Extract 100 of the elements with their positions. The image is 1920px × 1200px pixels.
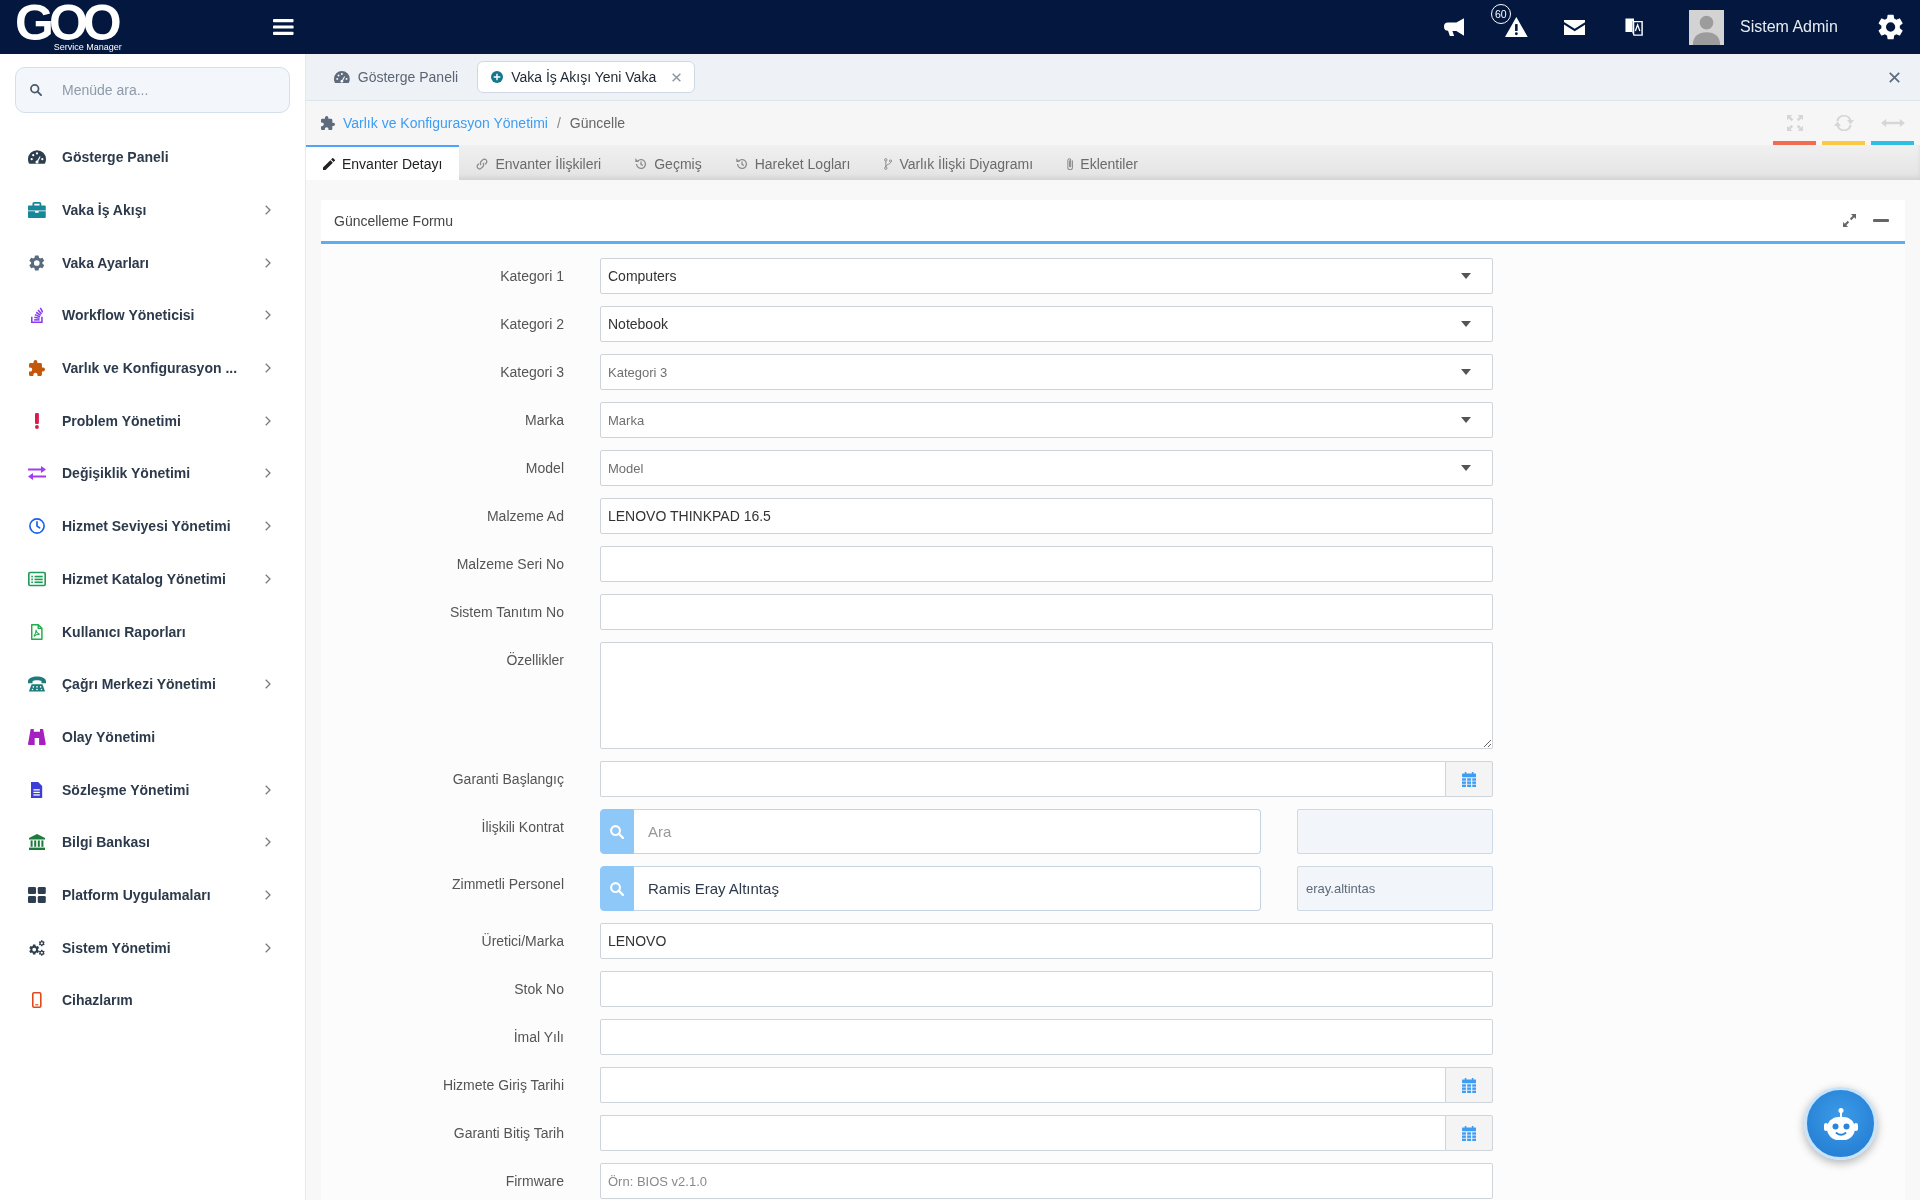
chevron-icon <box>265 784 271 795</box>
date-field[interactable] <box>600 1067 1445 1103</box>
sidebar-item[interactable]: Workflow Yöneticisi <box>15 289 290 342</box>
sidebar-item[interactable]: Kullanıcı Raporları <box>15 605 290 658</box>
sidebar-item[interactable]: Hizmet Seviyesi Yönetimi <box>15 499 290 553</box>
calendar-icon <box>1461 1077 1477 1093</box>
sidebar-item[interactable]: Varlık ve Konfigurasyon ... <box>15 341 290 395</box>
sidebar-item[interactable]: Sözleşme Yönetimi <box>15 763 290 816</box>
puzzle-icon <box>29 360 45 377</box>
field-label: Firmware <box>504 1172 564 1191</box>
plus-circle-icon <box>491 71 504 83</box>
readonly-field[interactable] <box>1297 809 1493 854</box>
field-label: Kategori 1 <box>499 267 564 286</box>
search-field[interactable]: Menüde ara... <box>15 67 290 113</box>
detail-tab[interactable]: Hareket Logları <box>718 145 868 180</box>
date-field[interactable] <box>600 761 1445 797</box>
close-icon[interactable] <box>672 72 682 82</box>
text-field[interactable] <box>600 971 1493 1007</box>
detail-tab[interactable]: Varlık İlişki Diyagramı <box>867 145 1051 180</box>
field-label: Model <box>524 459 564 478</box>
close-icon[interactable] <box>1889 71 1900 83</box>
search-button[interactable] <box>600 866 634 911</box>
link-icon <box>476 157 489 170</box>
breadcrumb-current: Güncelle <box>569 115 626 131</box>
calendar-button[interactable] <box>1445 761 1493 797</box>
chevron-icon <box>265 205 271 216</box>
menu-icon[interactable] <box>273 19 294 35</box>
detail-tab[interactable]: Envanter Detayı <box>306 145 460 180</box>
chevron-icon <box>265 257 271 268</box>
calendar-button[interactable] <box>1445 1067 1493 1103</box>
megaphone-icon[interactable] <box>1443 18 1464 36</box>
history-icon <box>735 157 748 170</box>
readonly-field[interactable]: eray.altintas <box>1297 866 1493 911</box>
field-label: Kategori 3 <box>499 363 564 382</box>
branch-icon <box>884 157 893 170</box>
text-field[interactable] <box>600 1019 1493 1055</box>
field-label: Garanti Bitiş Tarih <box>452 1124 564 1143</box>
sidebar-item[interactable]: Sistem Yönetimi <box>15 921 290 974</box>
gear-icon <box>29 254 45 271</box>
sidebar-item[interactable]: Platform Uygulamaları <box>15 868 290 922</box>
sidebar-item[interactable]: Çağrı Merkezi Yönetimi <box>15 657 290 711</box>
field-label: Hizmete Giriş Tarihi <box>441 1076 564 1095</box>
chevron-icon <box>265 415 271 426</box>
sidebar-item[interactable]: Cihazlarım <box>15 974 290 1027</box>
text-field[interactable]: Örn: BIOS v2.1.0 <box>600 1163 1493 1199</box>
text-field[interactable]: LENOVO <box>600 923 1493 959</box>
detail-tab[interactable]: Envanter İlişkileri <box>459 145 619 180</box>
search-button[interactable] <box>600 809 634 854</box>
sidebar-item[interactable]: Değişiklik Yönetimi <box>15 447 290 500</box>
pdf-file-icon <box>31 623 43 640</box>
briefcase-icon <box>28 202 46 219</box>
select-field[interactable]: Computers <box>600 258 1493 294</box>
select-field[interactable]: Marka <box>600 402 1493 438</box>
stacked-lines-icon <box>30 307 44 324</box>
horizontal-arrows-icon <box>1880 119 1905 127</box>
paperclip-icon <box>1067 157 1074 170</box>
sidebar-item[interactable]: Problem Yönetimi <box>15 394 290 448</box>
envelope-icon[interactable] <box>1563 19 1585 35</box>
avatar-silhouette[interactable] <box>1688 9 1724 45</box>
field-label: Sistem Tanıtım No <box>448 603 564 622</box>
sidebar-item[interactable]: Bilgi Bankası <box>15 815 290 869</box>
select-field[interactable]: Kategori 3 <box>600 354 1493 390</box>
clock-icon <box>29 518 45 535</box>
warning-icon[interactable] <box>1504 17 1528 37</box>
detail-tab[interactable]: Eklentiler <box>1050 145 1155 180</box>
sidebar-item[interactable]: Olay Yönetimi <box>15 710 290 764</box>
sidebar-item[interactable]: Vaka İş Akışı <box>15 183 290 237</box>
sidebar-item[interactable]: Gösterge Paneli <box>15 131 290 184</box>
gauge-icon <box>334 71 350 83</box>
chevron-icon <box>265 942 271 953</box>
date-field[interactable] <box>600 1115 1445 1151</box>
lookup-field[interactable]: Ramis Eray Altıntaş <box>634 866 1261 911</box>
refresh-icon <box>1833 115 1854 131</box>
lookup-field[interactable]: Ara <box>634 809 1261 854</box>
select-field[interactable]: Model <box>600 450 1493 486</box>
select-field[interactable]: Notebook <box>600 306 1493 342</box>
text-field[interactable]: LENOVO THINKPAD 16.5 <box>600 498 1493 534</box>
calendar-button[interactable] <box>1445 1115 1493 1151</box>
chevron-icon <box>265 837 271 848</box>
grid-icon <box>28 886 46 903</box>
text-field[interactable] <box>600 594 1493 630</box>
translate-icon[interactable] <box>1624 18 1643 36</box>
field-label: Garanti Başlangıç <box>451 770 564 789</box>
page-tab[interactable]: Vaka İş Akışı Yeni Vaka <box>477 61 696 93</box>
text-field[interactable] <box>600 546 1493 582</box>
puzzle-icon <box>321 116 335 130</box>
field-label: Malzeme Ad <box>485 507 564 526</box>
pencil-icon <box>323 157 335 170</box>
expand-icon[interactable] <box>1843 214 1856 227</box>
user-name[interactable]: Sistem Admin <box>1739 18 1838 36</box>
detail-tab[interactable]: Geçmiş <box>618 145 719 180</box>
field-label: İmal Yılı <box>512 1028 564 1047</box>
notification-count: 60 <box>1490 4 1511 24</box>
page-tab[interactable]: Gösterge Paneli <box>320 61 473 93</box>
minus-icon[interactable] <box>1873 219 1889 222</box>
sidebar-item[interactable]: Hizmet Katalog Yönetimi <box>15 552 290 606</box>
settings-icon[interactable] <box>1877 14 1903 40</box>
sidebar-item[interactable]: Vaka Ayarları <box>15 236 290 290</box>
field-label: Kategori 2 <box>499 315 564 334</box>
textarea-field[interactable] <box>600 642 1493 749</box>
